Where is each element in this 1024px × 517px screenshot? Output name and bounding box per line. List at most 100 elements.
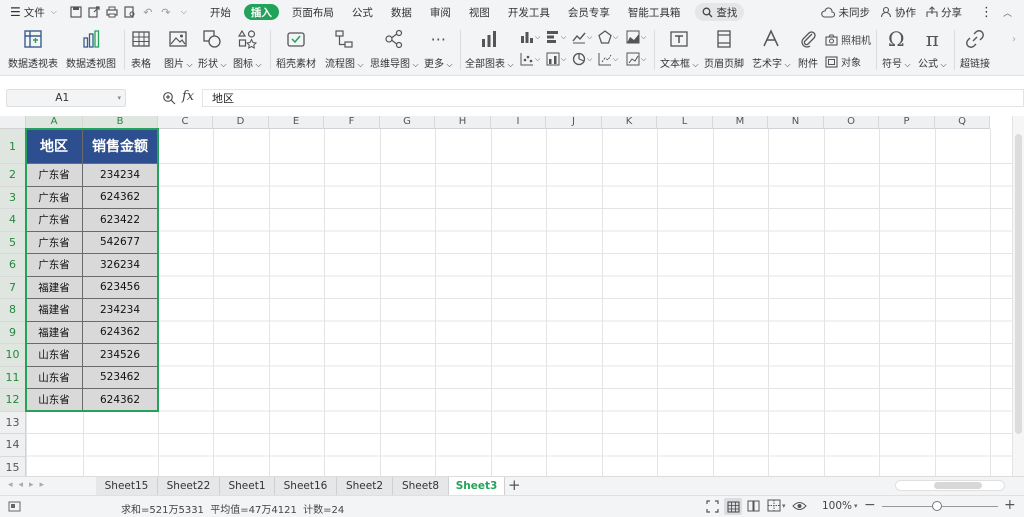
table-cell[interactable]: 623456 [83, 276, 158, 299]
collab-button[interactable]: 协作 [880, 0, 916, 24]
table-cell[interactable]: 广东省 [26, 254, 83, 277]
table-cell[interactable]: 234234 [83, 164, 158, 187]
camera-button[interactable]: 照相机 [825, 32, 871, 47]
normal-view-button[interactable] [724, 498, 742, 515]
stock-chart-button[interactable]: ⌵ [598, 52, 618, 66]
tab-developer[interactable]: 开发工具 [499, 0, 559, 24]
row-header-13[interactable]: 13 [0, 411, 26, 434]
column-header-m[interactable]: M [713, 116, 768, 129]
tab-member[interactable]: 会员专享 [559, 0, 619, 24]
page-break-view-button[interactable]: ▾ [767, 499, 786, 512]
column-header-i[interactable]: I [491, 116, 546, 129]
formula-input[interactable]: 地区 [202, 89, 1024, 107]
ribbon-scroll-right[interactable]: › [1012, 34, 1016, 45]
table-header-cell[interactable]: 地区 [26, 129, 83, 164]
symbol-button[interactable]: Ω 符号 ⌵ [882, 26, 911, 70]
straw-material-button[interactable]: 稻壳素材 [276, 26, 316, 70]
pie-chart-button[interactable]: ⌵ [572, 52, 592, 66]
name-box[interactable]: A1 ▾ [6, 89, 126, 107]
sheet-tab-sheet16[interactable]: Sheet16 [275, 477, 337, 495]
customize-icon[interactable]: ⌵ [175, 0, 193, 24]
sheet-tab-sheet15[interactable]: Sheet15 [96, 477, 158, 495]
wordart-button[interactable]: 艺术字 ⌵ [752, 26, 791, 70]
column-header-j[interactable]: J [546, 116, 602, 129]
column-header-l[interactable]: L [657, 116, 713, 129]
table-cell[interactable]: 234234 [83, 299, 158, 322]
tab-page-layout[interactable]: 页面布局 [283, 0, 343, 24]
table-cell[interactable]: 623422 [83, 209, 158, 232]
row-header-7[interactable]: 7 [0, 276, 26, 299]
table-cell[interactable]: 山东省 [26, 344, 83, 367]
zoom-out-button[interactable]: − [864, 497, 876, 513]
share-button[interactable]: 分享 [926, 0, 962, 24]
row-header-6[interactable]: 6 [0, 254, 26, 277]
table-cell[interactable]: 福建省 [26, 276, 83, 299]
scatter-chart-button[interactable]: ⌵ [520, 52, 540, 66]
file-menu[interactable]: ☰ 文件 ⌵ [0, 0, 57, 24]
zoom-formula-icon[interactable] [162, 91, 176, 105]
search-button[interactable]: 查找 [695, 3, 745, 21]
sheet-tab-sheet3[interactable]: Sheet3 [449, 477, 505, 495]
all-charts-button[interactable]: 全部图表 ⌵ [465, 26, 514, 70]
tab-toolbox[interactable]: 智能工具箱 [619, 0, 690, 24]
hyperlink-button[interactable]: 超链接 [960, 26, 990, 70]
fullscreen-icon[interactable] [706, 500, 719, 513]
row-header-10[interactable]: 10 [0, 344, 26, 367]
header-footer-button[interactable]: 页眉页脚 [704, 26, 744, 70]
select-all-corner[interactable] [0, 116, 26, 129]
line-chart-button[interactable]: ⌵ [572, 30, 592, 44]
column-chart-button[interactable]: ⌵ [520, 30, 540, 44]
vertical-scrollbar[interactable] [1012, 116, 1024, 476]
table-cell[interactable]: 广东省 [26, 186, 83, 209]
column-header-e[interactable]: E [269, 116, 324, 129]
tab-view[interactable]: 视图 [460, 0, 499, 24]
table-cell[interactable]: 624362 [83, 186, 158, 209]
table-cell[interactable]: 福建省 [26, 321, 83, 344]
picture-button[interactable]: 图片 ⌵ [164, 26, 193, 70]
table-cell[interactable]: 523462 [83, 366, 158, 389]
add-sheet-icon[interactable]: + [508, 477, 521, 494]
column-header-c[interactable]: C [158, 116, 213, 129]
bar-chart-button[interactable]: ⌵ [546, 30, 566, 44]
zoom-slider-thumb[interactable] [932, 501, 942, 511]
row-header-8[interactable]: 8 [0, 299, 26, 322]
radar-chart-button[interactable]: ⌵ [598, 30, 618, 44]
export-icon[interactable] [85, 0, 103, 24]
table-cell[interactable]: 山东省 [26, 389, 83, 412]
column-header-o[interactable]: O [824, 116, 879, 129]
icon-button[interactable]: 图标 ⌵ [233, 26, 262, 70]
sheet-tab-sheet1[interactable]: Sheet1 [220, 477, 275, 495]
table-cell[interactable]: 326234 [83, 254, 158, 277]
row-header-14[interactable]: 14 [0, 434, 26, 457]
sheet-tab-sheet8[interactable]: Sheet8 [393, 477, 449, 495]
column-header-d[interactable]: D [213, 116, 269, 129]
more-options-icon[interactable]: ⋮ [980, 0, 993, 24]
textbox-button[interactable]: 文本框 ⌵ [660, 26, 699, 70]
tab-review[interactable]: 审阅 [421, 0, 460, 24]
pivot-table-button[interactable]: 数据透视表 [8, 26, 58, 70]
attachment-button[interactable]: 附件 [795, 26, 821, 70]
row-header-11[interactable]: 11 [0, 366, 26, 389]
object-button[interactable]: 对象 [825, 54, 861, 69]
table-cell[interactable]: 234526 [83, 344, 158, 367]
horizontal-scroll-thumb[interactable] [934, 482, 982, 489]
table-cell[interactable]: 624362 [83, 321, 158, 344]
sync-button[interactable]: 未同步 [821, 0, 870, 24]
sheet-tab-sheet2[interactable]: Sheet2 [337, 477, 393, 495]
column-header-q[interactable]: Q [935, 116, 990, 129]
table-cell[interactable]: 福建省 [26, 299, 83, 322]
redo-icon[interactable]: ↷ [157, 0, 175, 24]
macro-record-icon[interactable] [8, 500, 21, 513]
column-header-h[interactable]: H [435, 116, 491, 129]
horizontal-scrollbar[interactable] [895, 480, 1005, 491]
gallery-chart-button[interactable]: ⌵ [626, 52, 646, 66]
column-header-a[interactable]: A [26, 116, 83, 129]
table-cell[interactable]: 广东省 [26, 209, 83, 232]
row-header-9[interactable]: 9 [0, 321, 26, 344]
row-header-12[interactable]: 12 [0, 389, 26, 412]
table-cell[interactable]: 广东省 [26, 164, 83, 187]
more-button[interactable]: ··· 更多 ⌵ [424, 26, 453, 71]
formula-button[interactable]: π 公式 ⌵ [918, 26, 947, 70]
undo-icon[interactable]: ↶ [139, 0, 157, 24]
flowchart-button[interactable]: 流程图 ⌵ [325, 26, 364, 70]
